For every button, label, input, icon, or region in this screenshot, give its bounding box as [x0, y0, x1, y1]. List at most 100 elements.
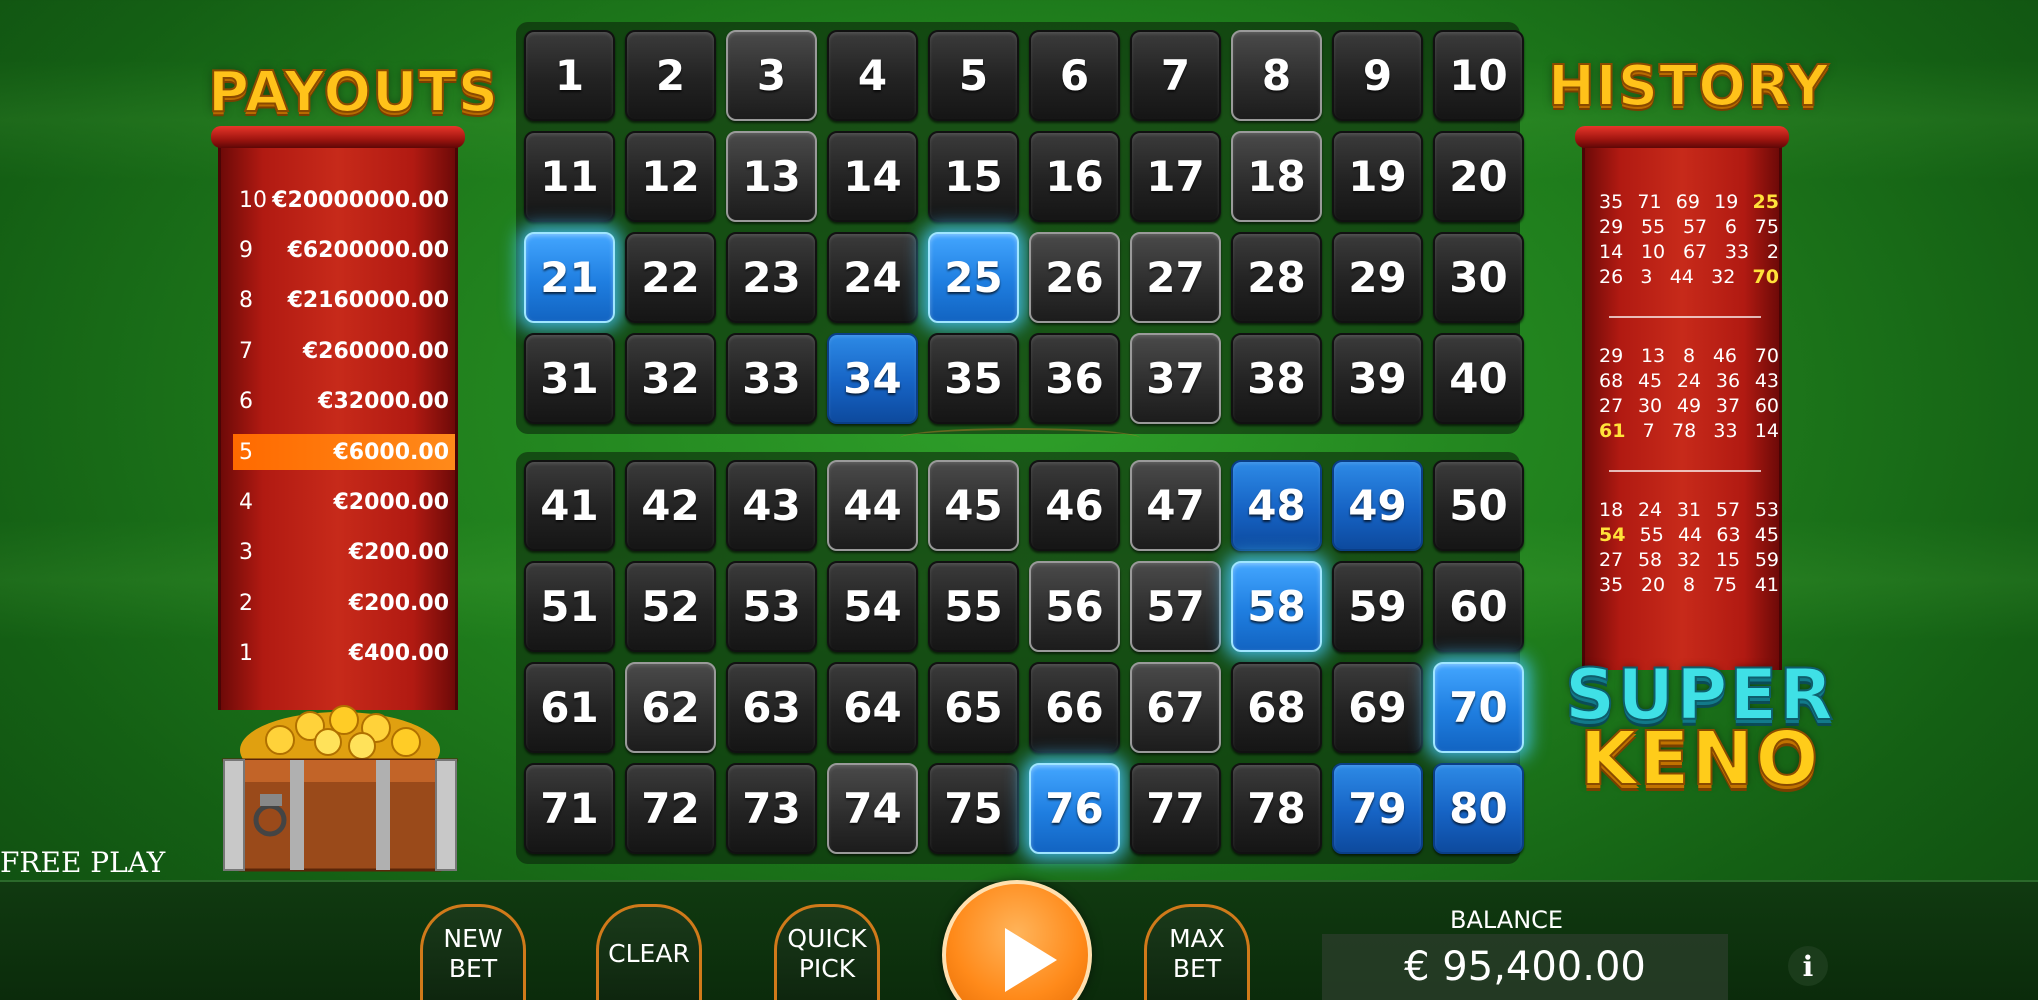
number-cell-70[interactable]: 70: [1433, 662, 1524, 753]
max-bet-label: MAX BET: [1169, 923, 1225, 983]
number-cell-80[interactable]: 80: [1433, 763, 1524, 854]
number-cell-10[interactable]: 10: [1433, 30, 1524, 121]
info-icon[interactable]: i: [1788, 946, 1828, 986]
number-cell-43[interactable]: 43: [726, 460, 817, 551]
number-cell-54[interactable]: 54: [827, 561, 918, 652]
number-cell-28[interactable]: 28: [1231, 232, 1322, 323]
number-cell-69[interactable]: 69: [1332, 662, 1423, 753]
number-cell-66[interactable]: 66: [1029, 662, 1120, 753]
history-panel: 35 71 69 19 25 29 55 57 6 75 14 10 67 33 2 26 3 44 32 70 29 1…: [1575, 126, 1789, 670]
history-number: 75: [1712, 574, 1737, 596]
number-cell-38[interactable]: 38: [1231, 333, 1322, 424]
number-cell-72[interactable]: 72: [625, 763, 716, 854]
number-cell-58[interactable]: 58: [1231, 561, 1322, 652]
number-cell-75[interactable]: 75: [928, 763, 1019, 854]
number-cell-56[interactable]: 56: [1029, 561, 1120, 652]
quick-pick-button[interactable]: QUICK PICK: [774, 904, 880, 1000]
number-cell-61[interactable]: 61: [524, 662, 615, 753]
number-cell-53[interactable]: 53: [726, 561, 817, 652]
number-cell-59[interactable]: 59: [1332, 561, 1423, 652]
number-cell-55[interactable]: 55: [928, 561, 1019, 652]
number-cell-48[interactable]: 48: [1231, 460, 1322, 551]
number-cell-37[interactable]: 37: [1130, 333, 1221, 424]
number-cell-77[interactable]: 77: [1130, 763, 1221, 854]
number-cell-47[interactable]: 47: [1130, 460, 1221, 551]
number-cell-42[interactable]: 42: [625, 460, 716, 551]
number-cell-33[interactable]: 33: [726, 333, 817, 424]
number-cell-78[interactable]: 78: [1231, 763, 1322, 854]
number-cell-13[interactable]: 13: [726, 131, 817, 222]
number-cell-5[interactable]: 5: [928, 30, 1019, 121]
number-cell-44[interactable]: 44: [827, 460, 918, 551]
number-cell-18[interactable]: 18: [1231, 131, 1322, 222]
history-line: 35 20 8 75 41: [1599, 573, 1779, 598]
number-cell-20[interactable]: 20: [1433, 131, 1524, 222]
number-cell-40[interactable]: 40: [1433, 333, 1524, 424]
number-cell-49[interactable]: 49: [1332, 460, 1423, 551]
max-bet-button[interactable]: MAX BET: [1144, 904, 1250, 1000]
history-number: 75: [1754, 216, 1779, 238]
number-cell-45[interactable]: 45: [928, 460, 1019, 551]
number-cell-32[interactable]: 32: [625, 333, 716, 424]
number-cell-2[interactable]: 2: [625, 30, 716, 121]
number-cell-27[interactable]: 27: [1130, 232, 1221, 323]
board-bottom-half: 41 42 43 44 45 46 47 48 49 50 51 52 53 54 55 56 57 58 59 60…: [516, 452, 1524, 864]
number-cell-1[interactable]: 1: [524, 30, 615, 121]
number-cell-67[interactable]: 67: [1130, 662, 1221, 753]
number-cell-65[interactable]: 65: [928, 662, 1019, 753]
number-cell-19[interactable]: 19: [1332, 131, 1423, 222]
number-cell-57[interactable]: 57: [1130, 561, 1221, 652]
payout-amount: €400.00: [348, 641, 449, 667]
number-cell-6[interactable]: 6: [1029, 30, 1120, 121]
number-cell-52[interactable]: 52: [625, 561, 716, 652]
number-cell-39[interactable]: 39: [1332, 333, 1423, 424]
history-number: 24: [1637, 499, 1663, 521]
new-bet-button[interactable]: NEW BET: [420, 904, 526, 1000]
history-number: 10: [1640, 241, 1666, 263]
number-cell-17[interactable]: 17: [1130, 131, 1221, 222]
number-cell-73[interactable]: 73: [726, 763, 817, 854]
history-draw: 29 13 8 46 70 68 45 24 36 43 27 30 49 37 60 61 7 78 33 14: [1599, 344, 1779, 444]
history-number: 18: [1599, 499, 1624, 521]
number-cell-76[interactable]: 76: [1029, 763, 1120, 854]
number-cell-35[interactable]: 35: [928, 333, 1019, 424]
history-line: 68 45 24 36 43: [1599, 369, 1779, 394]
number-cell-16[interactable]: 16: [1029, 131, 1120, 222]
number-cell-63[interactable]: 63: [726, 662, 817, 753]
number-cell-7[interactable]: 7: [1130, 30, 1221, 121]
number-cell-74[interactable]: 74: [827, 763, 918, 854]
number-cell-79[interactable]: 79: [1332, 763, 1423, 854]
payout-hits: 9: [239, 237, 253, 263]
history-line: 26 3 44 32 70: [1599, 265, 1779, 290]
number-cell-50[interactable]: 50: [1433, 460, 1524, 551]
number-cell-26[interactable]: 26: [1029, 232, 1120, 323]
number-cell-34[interactable]: 34: [827, 333, 918, 424]
number-cell-8[interactable]: 8: [1231, 30, 1322, 121]
number-cell-9[interactable]: 9: [1332, 30, 1423, 121]
number-cell-22[interactable]: 22: [625, 232, 716, 323]
number-cell-46[interactable]: 46: [1029, 460, 1120, 551]
number-cell-60[interactable]: 60: [1433, 561, 1524, 652]
number-cell-23[interactable]: 23: [726, 232, 817, 323]
clear-button[interactable]: CLEAR: [596, 904, 702, 1000]
number-cell-62[interactable]: 62: [625, 662, 716, 753]
number-cell-30[interactable]: 30: [1433, 232, 1524, 323]
number-cell-51[interactable]: 51: [524, 561, 615, 652]
number-cell-68[interactable]: 68: [1231, 662, 1322, 753]
number-cell-64[interactable]: 64: [827, 662, 918, 753]
number-cell-21[interactable]: 21: [524, 232, 615, 323]
number-cell-15[interactable]: 15: [928, 131, 1019, 222]
number-cell-11[interactable]: 11: [524, 131, 615, 222]
number-cell-4[interactable]: 4: [827, 30, 918, 121]
number-cell-41[interactable]: 41: [524, 460, 615, 551]
number-cell-24[interactable]: 24: [827, 232, 918, 323]
number-cell-29[interactable]: 29: [1332, 232, 1423, 323]
number-cell-12[interactable]: 12: [625, 131, 716, 222]
number-cell-14[interactable]: 14: [827, 131, 918, 222]
number-cell-3[interactable]: 3: [726, 30, 817, 121]
number-cell-31[interactable]: 31: [524, 333, 615, 424]
number-cell-71[interactable]: 71: [524, 763, 615, 854]
number-cell-25[interactable]: 25: [928, 232, 1019, 323]
history-number: 26: [1599, 266, 1624, 288]
number-cell-36[interactable]: 36: [1029, 333, 1120, 424]
